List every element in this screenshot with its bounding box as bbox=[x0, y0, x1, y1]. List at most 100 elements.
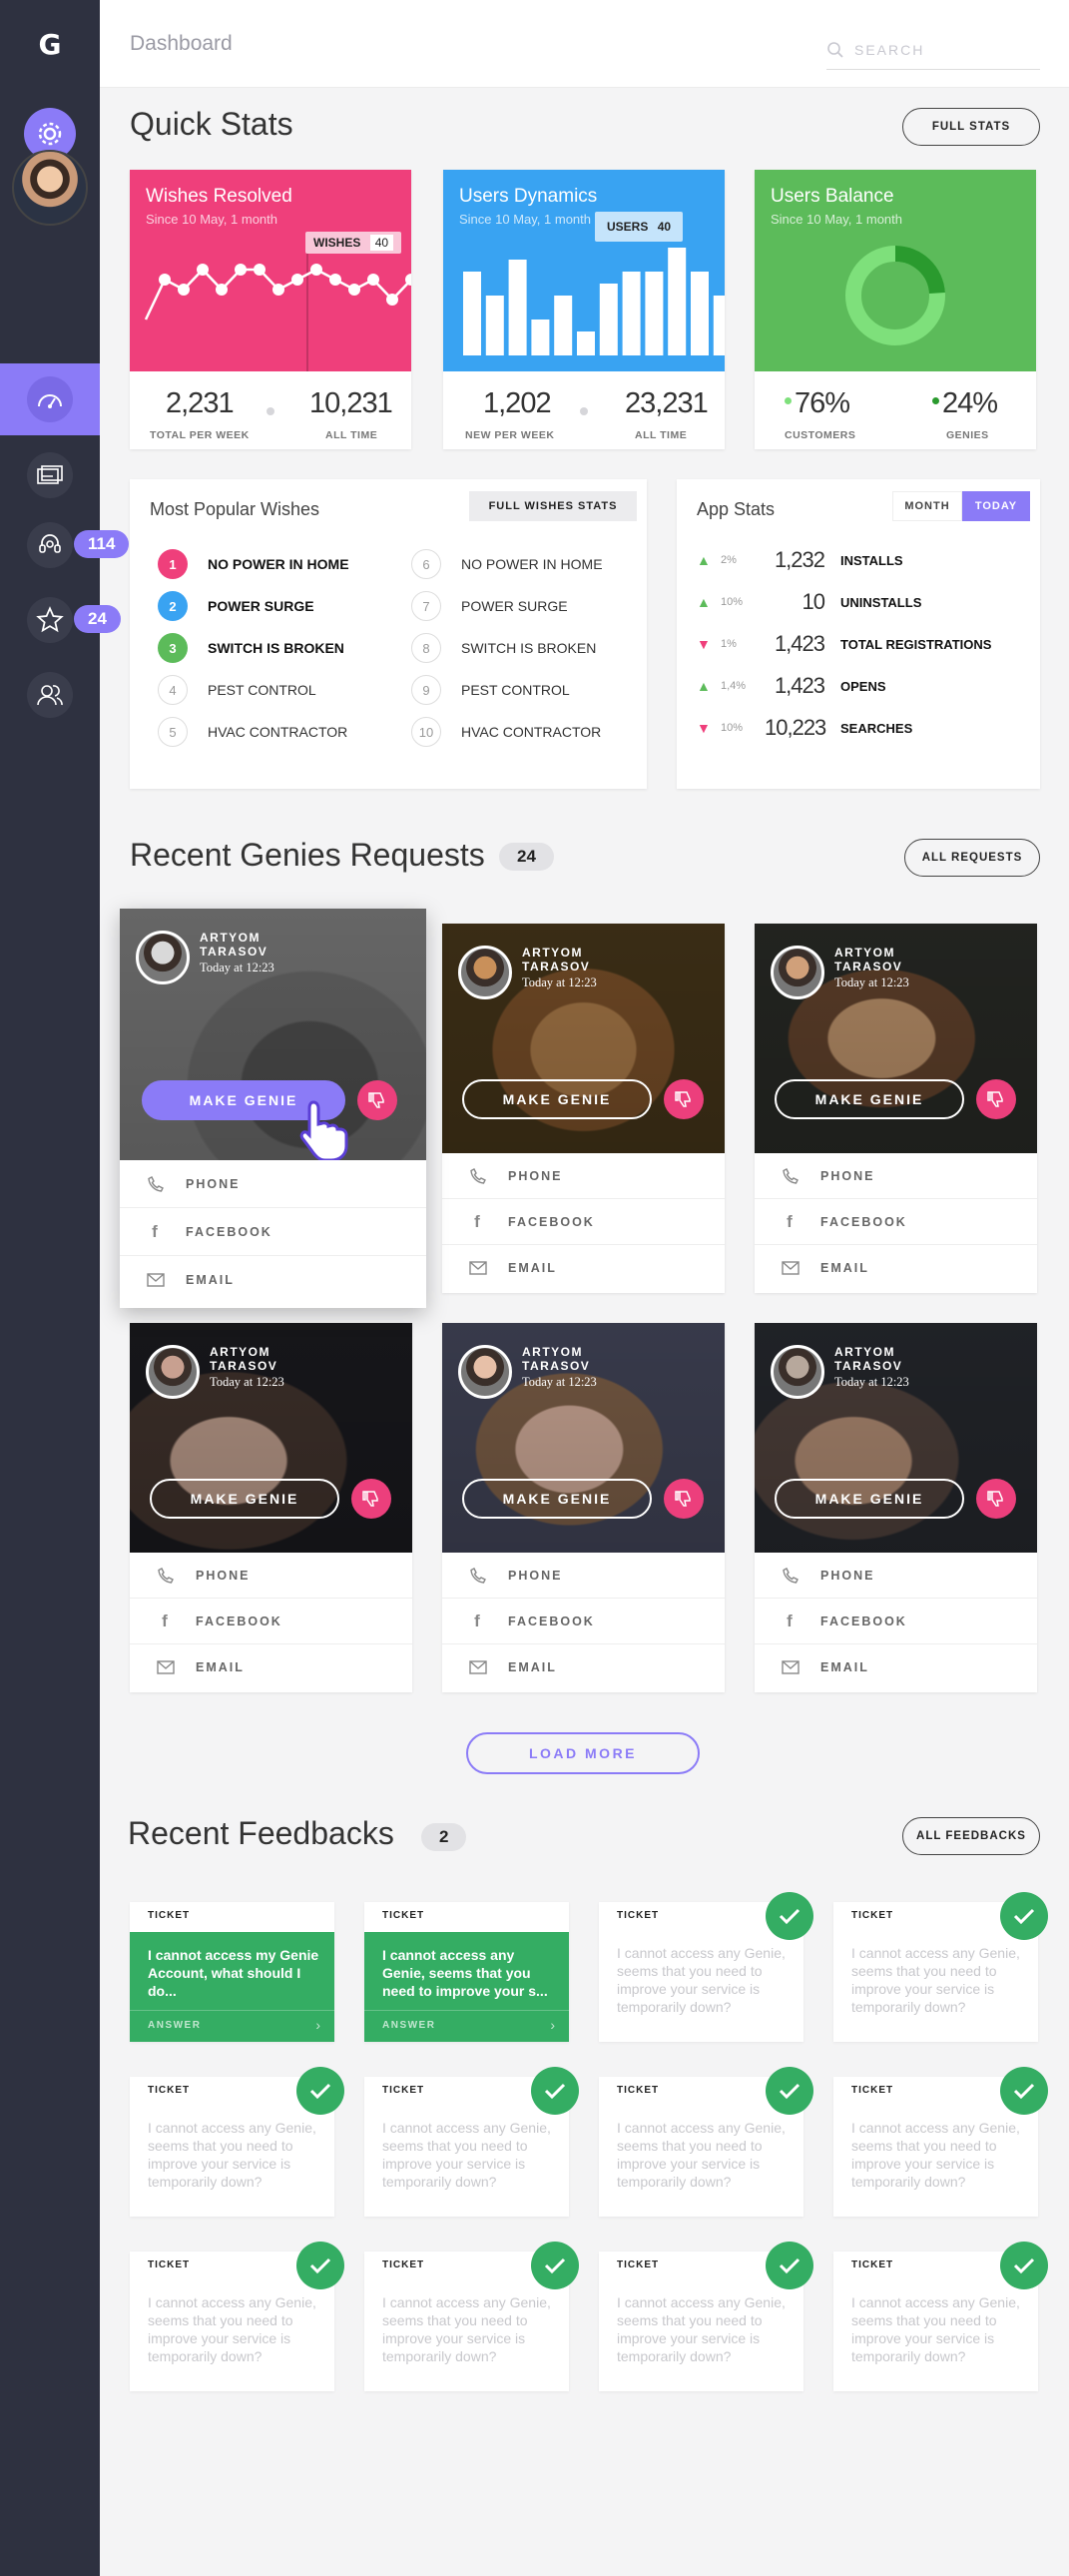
make-genie-button[interactable]: MAKE GENIE bbox=[775, 1479, 964, 1519]
feedback-ticket[interactable]: TICKET I cannot access any Genie, seems t… bbox=[364, 2242, 579, 2391]
stat-label-primary: CUSTOMERS bbox=[785, 429, 856, 441]
thumbs-down-icon[interactable] bbox=[357, 1080, 397, 1120]
bar bbox=[508, 260, 527, 355]
contact-phone-button[interactable]: PHONE bbox=[442, 1553, 725, 1599]
thumbs-down-icon[interactable] bbox=[351, 1479, 391, 1519]
requester-avatar[interactable] bbox=[771, 946, 824, 999]
make-genie-button[interactable]: MAKE GENIE bbox=[775, 1079, 964, 1119]
top-bar: Dashboard SEARCH bbox=[100, 0, 1069, 88]
contact-phone-button[interactable]: PHONE bbox=[130, 1553, 412, 1599]
stat-value-secondary: 24% bbox=[942, 387, 998, 419]
all-requests-button[interactable]: ALL REQUESTS bbox=[904, 839, 1040, 877]
requester-name[interactable]: ARTYOM TARASOV bbox=[834, 946, 954, 973]
sidebar-item-users[interactable] bbox=[0, 659, 100, 731]
requester-avatar[interactable] bbox=[771, 1345, 824, 1399]
ticket-text: I cannot access my Genie Account, what s… bbox=[148, 1947, 319, 1999]
sidebar-item-cards[interactable] bbox=[0, 439, 100, 511]
tab-month[interactable]: MONTH bbox=[892, 491, 962, 521]
contact-phone-button[interactable]: PHONE bbox=[755, 1153, 1037, 1199]
contact-email-button[interactable]: EMAIL bbox=[755, 1644, 1037, 1690]
requester-name[interactable]: ARTYOM TARASOV bbox=[522, 946, 642, 973]
feedback-ticket[interactable]: TICKET I cannot access any Genie, seems t… bbox=[130, 2242, 344, 2391]
request-card[interactable]: ARTYOM TARASOV Today at 12:23 MAKE GENIE PH… bbox=[130, 1323, 412, 1692]
all-feedbacks-button[interactable]: ALL FEEDBACKS bbox=[902, 1817, 1040, 1855]
wish-item[interactable]: 3 SWITCH IS BROKEN bbox=[158, 633, 344, 663]
contact-facebook-button[interactable]: f FACEBOOK bbox=[755, 1199, 1037, 1245]
request-card[interactable]: ARTYOM TARASOV Today at 12:23 MAKE GENIE PH… bbox=[442, 1323, 725, 1692]
thumbs-down-icon[interactable] bbox=[976, 1079, 1016, 1119]
full-wishes-stats-button[interactable]: FULL WISHES STATS bbox=[469, 491, 637, 521]
contact-phone-button[interactable]: PHONE bbox=[755, 1553, 1037, 1599]
thumbs-down-icon[interactable] bbox=[664, 1079, 704, 1119]
answer-button[interactable]: ANSWER bbox=[148, 2020, 201, 2031]
request-card[interactable]: ARTYOM TARASOV Today at 12:23 MAKE GENIE PH… bbox=[442, 924, 725, 1293]
make-genie-button[interactable]: MAKE GENIE bbox=[462, 1479, 652, 1519]
user-avatar[interactable] bbox=[12, 150, 88, 226]
feedback-ticket[interactable]: TICKET I cannot access any Genie, seems t… bbox=[599, 2067, 813, 2217]
feedback-ticket[interactable]: TICKET I cannot access any Genie, seems t… bbox=[364, 1902, 569, 2042]
wish-item[interactable]: 10 HVAC CONTRACTOR bbox=[411, 717, 601, 747]
requester-name[interactable]: ARTYOM TARASOV bbox=[834, 1345, 954, 1373]
answer-button[interactable]: ANSWER bbox=[382, 2020, 435, 2031]
requester-name[interactable]: ARTYOM TARASOV bbox=[200, 931, 319, 959]
wish-item[interactable]: 6 NO POWER IN HOME bbox=[411, 549, 603, 579]
feedback-ticket[interactable]: TICKET I cannot access any Genie, seems t… bbox=[833, 1892, 1048, 2042]
contact-email-button[interactable]: EMAIL bbox=[120, 1256, 426, 1304]
ticket-text: I cannot access any Genie, seems that yo… bbox=[617, 1945, 786, 2015]
ticket-label: TICKET bbox=[851, 2259, 894, 2270]
request-card[interactable]: ARTYOM TARASOV Today at 12:23 MAKE GENIE PH… bbox=[120, 909, 426, 1308]
wish-item[interactable]: 8 SWITCH IS BROKEN bbox=[411, 633, 596, 663]
contact-facebook-button[interactable]: f FACEBOOK bbox=[755, 1599, 1037, 1644]
contact-email-button[interactable]: EMAIL bbox=[130, 1644, 412, 1690]
wish-item[interactable]: 1 NO POWER IN HOME bbox=[158, 549, 349, 579]
make-genie-button[interactable]: MAKE GENIE bbox=[150, 1479, 339, 1519]
request-card[interactable]: ARTYOM TARASOV Today at 12:23 MAKE GENIE PH… bbox=[755, 1323, 1037, 1692]
feedback-ticket[interactable]: TICKET I cannot access any Genie, seems t… bbox=[364, 2067, 579, 2217]
breadcrumb[interactable]: Dashboard bbox=[130, 32, 233, 56]
chevron-right-icon[interactable]: › bbox=[315, 2017, 320, 2033]
stat-value-primary: 1,202 bbox=[483, 387, 552, 419]
app-logo[interactable]: G bbox=[0, 28, 100, 61]
wish-item[interactable]: 4 PEST CONTROL bbox=[158, 675, 316, 705]
contact-phone-button[interactable]: PHONE bbox=[442, 1153, 725, 1199]
checkmark-icon bbox=[1000, 2067, 1048, 2115]
tab-today[interactable]: TODAY bbox=[962, 491, 1030, 521]
wish-item[interactable]: 7 POWER SURGE bbox=[411, 591, 568, 621]
request-card[interactable]: ARTYOM TARASOV Today at 12:23 MAKE GENIE PH… bbox=[755, 924, 1037, 1293]
wish-item[interactable]: 9 PEST CONTROL bbox=[411, 675, 570, 705]
contact-facebook-button[interactable]: f FACEBOOK bbox=[120, 1208, 426, 1256]
bar bbox=[554, 296, 573, 355]
thumbs-down-icon[interactable] bbox=[664, 1479, 704, 1519]
requester-avatar[interactable] bbox=[136, 931, 190, 984]
feedback-ticket[interactable]: TICKET I cannot access any Genie, seems t… bbox=[833, 2242, 1048, 2391]
feedback-ticket[interactable]: TICKET I cannot access any Genie, seems t… bbox=[130, 2067, 344, 2217]
contact-facebook-button[interactable]: f FACEBOOK bbox=[442, 1599, 725, 1644]
search-input[interactable]: SEARCH bbox=[826, 30, 1040, 70]
load-more-button[interactable]: LOAD MORE bbox=[466, 1732, 700, 1774]
requester-name[interactable]: ARTYOM TARASOV bbox=[210, 1345, 329, 1373]
wish-item[interactable]: 2 POWER SURGE bbox=[158, 591, 314, 621]
feedback-ticket[interactable]: TICKET I cannot access any Genie, seems t… bbox=[833, 2067, 1048, 2217]
thumbs-down-icon[interactable] bbox=[976, 1479, 1016, 1519]
wish-item[interactable]: 5 HVAC CONTRACTOR bbox=[158, 717, 347, 747]
contact-email-button[interactable]: EMAIL bbox=[755, 1245, 1037, 1291]
feedback-ticket[interactable]: TICKET I cannot access my Genie Account, … bbox=[130, 1902, 334, 2042]
contact-email-button[interactable]: EMAIL bbox=[442, 1245, 725, 1291]
requester-avatar[interactable] bbox=[146, 1345, 200, 1399]
requester-name[interactable]: ARTYOM TARASOV bbox=[522, 1345, 642, 1373]
make-genie-button[interactable]: MAKE GENIE bbox=[462, 1079, 652, 1119]
contact-email-button[interactable]: EMAIL bbox=[442, 1644, 725, 1690]
requester-avatar[interactable] bbox=[458, 1345, 512, 1399]
wish-label: SWITCH IS BROKEN bbox=[208, 640, 344, 656]
contact-phone-button[interactable]: PHONE bbox=[120, 1160, 426, 1208]
contact-facebook-button[interactable]: f FACEBOOK bbox=[442, 1199, 725, 1245]
chevron-right-icon[interactable]: › bbox=[550, 2017, 555, 2033]
sidebar-item-dashboard[interactable] bbox=[0, 363, 100, 435]
contact-facebook-button[interactable]: f FACEBOOK bbox=[130, 1599, 412, 1644]
requester-avatar[interactable] bbox=[458, 946, 512, 999]
feedback-ticket[interactable]: TICKET I cannot access any Genie, seems t… bbox=[599, 2242, 813, 2391]
checkmark-icon bbox=[531, 2242, 579, 2289]
feedback-ticket[interactable]: TICKET I cannot access any Genie, seems t… bbox=[599, 1892, 813, 2042]
ticket-label: TICKET bbox=[148, 2085, 191, 2096]
full-stats-button[interactable]: FULL STATS bbox=[902, 108, 1040, 146]
